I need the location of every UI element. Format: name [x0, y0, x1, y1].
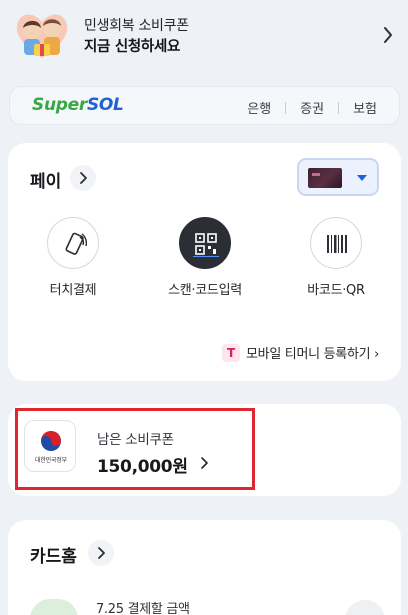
touch-pay-icon: [47, 217, 99, 269]
pay-title[interactable]: 페이: [30, 167, 61, 192]
affiliate-nav: 은행 증권 보험: [247, 98, 377, 117]
nav-divider: [285, 101, 287, 114]
card-home-section: 카드홈 7.25 결제할 금액: [8, 520, 401, 615]
pay-section: 페이 터치결제 스캔·코드입력 바코드·QR T 모바일 티머니 등록하기 ›: [8, 143, 401, 381]
supersol-bar: SuperSOL 은행 증권 보험: [9, 86, 400, 125]
payment-due-label: 7.25 결제할 금액: [96, 602, 190, 615]
barcode-qr-label: 바코드·QR: [307, 283, 365, 298]
nav-bank-link[interactable]: 은행: [247, 98, 271, 117]
caret-down-icon: [357, 175, 367, 181]
card-home-title[interactable]: 카드홈: [30, 542, 77, 567]
chevron-right-icon: [98, 547, 105, 559]
barcode-icon: [310, 217, 362, 269]
banner-illustration: [10, 6, 74, 64]
tmoney-icon: T: [222, 343, 240, 362]
scan-code-label: 스캔·코드입력: [168, 283, 242, 298]
qr-scan-icon: [179, 217, 231, 269]
barcode-qr-button[interactable]: 바코드·QR: [281, 217, 391, 298]
pay-more-button[interactable]: [70, 165, 96, 191]
chevron-right-icon: [80, 172, 87, 184]
nav-divider: [338, 101, 340, 114]
register-tmoney-link[interactable]: T 모바일 티머니 등록하기 ›: [222, 343, 379, 362]
card-selector-dropdown[interactable]: [297, 158, 379, 196]
logo-text-sol: SOL: [86, 95, 124, 115]
nav-insurance-link[interactable]: 보험: [353, 98, 377, 117]
chevron-right-icon[interactable]: [380, 24, 396, 46]
nav-securities-link[interactable]: 증권: [300, 98, 324, 117]
supersol-logo[interactable]: SuperSOL: [32, 95, 124, 115]
coupon-promo-banner[interactable]: 민생회복 소비쿠폰 지금 신청하세요: [0, 0, 408, 70]
card-thumbnail: [308, 168, 342, 188]
register-tmoney-label: 모바일 티머니 등록하기 ›: [246, 347, 379, 362]
payment-due-action-icon[interactable]: [345, 600, 385, 615]
banner-title: 민생회복 소비쿠폰: [84, 18, 189, 34]
logo-text-super: Super: [32, 95, 87, 115]
banner-subtitle: 지금 신청하세요: [84, 39, 181, 55]
touch-pay-button[interactable]: 터치결제: [18, 217, 128, 298]
scan-code-button[interactable]: 스캔·코드입력: [150, 217, 260, 298]
touch-pay-label: 터치결제: [49, 283, 97, 298]
card-home-more-button[interactable]: [88, 540, 114, 566]
payment-due-icon: [30, 599, 78, 615]
annotation-highlight-box: [15, 408, 255, 490]
